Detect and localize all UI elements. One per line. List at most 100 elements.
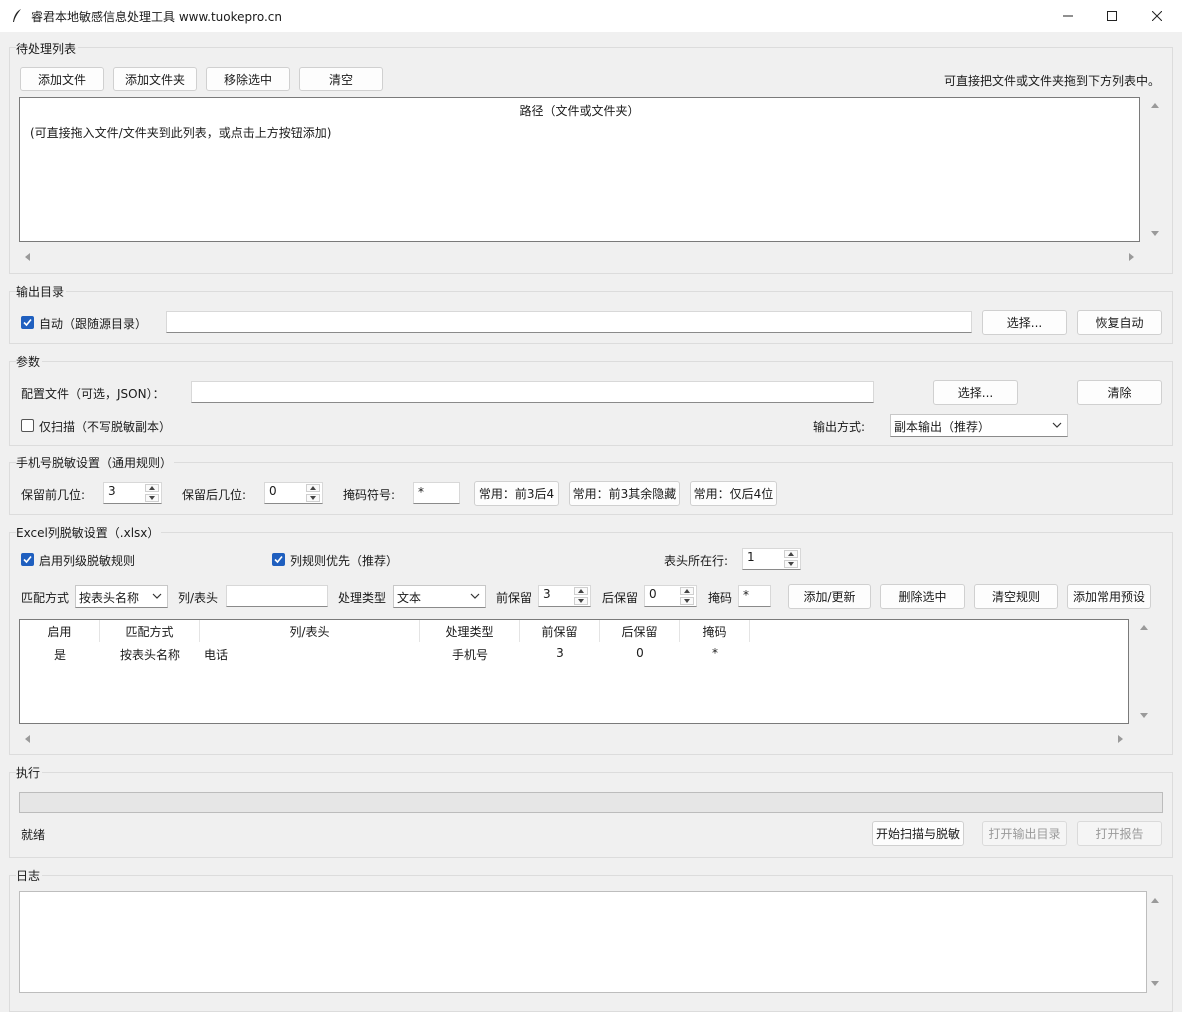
preset-back4-only-button[interactable]: 常用：仅后4位 <box>690 481 777 506</box>
column-header-input[interactable] <box>226 585 328 607</box>
header-row-spinbox[interactable]: 1 <box>742 548 801 570</box>
rule-keep-front-spinbox[interactable]: 3 <box>538 585 591 607</box>
mask-char-label: 掩码符号: <box>343 488 396 502</box>
clear-list-button[interactable]: 清空 <box>299 67 383 91</box>
remove-selected-button[interactable]: 移除选中 <box>206 67 290 91</box>
table-header[interactable]: 匹配方式 <box>100 620 200 642</box>
open-report-button[interactable]: 打开报告 <box>1077 821 1162 846</box>
spin-up-icon[interactable] <box>784 550 798 558</box>
restore-auto-button[interactable]: 恢复自动 <box>1077 310 1162 335</box>
spin-up-icon[interactable] <box>574 587 588 595</box>
scroll-up-icon[interactable] <box>1150 896 1160 904</box>
scroll-down-icon[interactable] <box>1150 230 1160 238</box>
output-path-input[interactable] <box>166 311 972 333</box>
choose-output-button[interactable]: 选择... <box>982 310 1067 335</box>
scroll-left-icon[interactable] <box>23 252 31 262</box>
spin-up-icon[interactable] <box>680 587 694 595</box>
column-rule-priority-checkbox[interactable] <box>272 553 285 566</box>
spin-up-icon[interactable] <box>306 484 320 492</box>
keep-back-value: 0 <box>269 484 277 498</box>
delete-rule-button[interactable]: 删除选中 <box>880 584 965 609</box>
clear-rules-button[interactable]: 清空规则 <box>974 584 1058 609</box>
chevron-down-icon <box>152 593 162 599</box>
keep-front-label: 保留前几位: <box>21 488 86 502</box>
output-mode-select[interactable]: 副本输出（推荐） <box>890 414 1068 437</box>
path-column-header[interactable]: 路径（文件或文件夹） <box>20 102 1139 119</box>
match-mode-select[interactable]: 按表头名称 <box>75 585 168 608</box>
add-file-button[interactable]: 添加文件 <box>20 67 104 91</box>
pending-file-list[interactable]: 路径（文件或文件夹） (可直接拖入文件/文件夹到此列表，或点击上方按钮添加) <box>19 97 1140 242</box>
table-cell: 是 <box>53 648 66 662</box>
progress-bar <box>19 792 1163 813</box>
add-preset-rules-button[interactable]: 添加常用预设 <box>1067 584 1151 609</box>
table-cell: 3 <box>556 646 564 660</box>
feather-pen-icon <box>11 8 23 24</box>
rule-keep-back-label: 后保留 <box>602 591 639 605</box>
params-group-label: 参数 <box>16 353 43 370</box>
match-mode-label: 匹配方式 <box>21 591 70 605</box>
auto-output-label[interactable]: 自动（跟随源目录） <box>39 315 147 332</box>
clear-config-button[interactable]: 清除 <box>1077 380 1162 405</box>
maximize-button[interactable] <box>1089 0 1135 32</box>
rules-table[interactable]: 启用 匹配方式 列/表头 处理类型 前保留 后保留 掩码 是 按表头名称 电话 … <box>19 619 1129 724</box>
config-file-input[interactable] <box>191 381 874 403</box>
rule-mask-input[interactable]: * <box>738 585 771 607</box>
log-group-label: 日志 <box>16 867 43 884</box>
scroll-up-icon[interactable] <box>1150 101 1160 109</box>
chevron-down-icon <box>470 593 480 599</box>
keep-back-spinbox[interactable]: 0 <box>264 482 323 504</box>
checkmark-icon <box>23 555 32 564</box>
spin-up-icon[interactable] <box>145 484 159 492</box>
table-header[interactable]: 列/表头 <box>200 620 420 642</box>
status-text: 就绪 <box>21 828 46 842</box>
execute-group-label: 执行 <box>16 764 43 781</box>
header-row-label: 表头所在行: <box>664 554 729 568</box>
scroll-down-icon[interactable] <box>1150 980 1160 988</box>
table-header[interactable]: 前保留 <box>520 620 600 642</box>
close-button[interactable] <box>1134 0 1180 32</box>
spin-down-icon[interactable] <box>306 494 320 502</box>
column-header-label: 列/表头 <box>178 591 219 605</box>
match-mode-value: 按表头名称 <box>79 591 140 605</box>
start-scan-button[interactable]: 开始扫描与脱敏 <box>872 821 964 846</box>
table-cell: 电话 <box>204 648 229 662</box>
scroll-up-icon[interactable] <box>1139 623 1149 631</box>
add-folder-button[interactable]: 添加文件夹 <box>113 67 197 91</box>
table-header[interactable]: 掩码 <box>680 620 750 642</box>
minimize-button[interactable] <box>1045 0 1091 32</box>
process-type-select[interactable]: 文本 <box>393 585 486 608</box>
rule-mask-label: 掩码 <box>708 591 733 605</box>
add-update-rule-button[interactable]: 添加/更新 <box>788 584 871 609</box>
scan-only-checkbox[interactable] <box>21 419 34 432</box>
spin-down-icon[interactable] <box>574 597 588 605</box>
scroll-right-icon[interactable] <box>1117 734 1125 744</box>
open-output-dir-button[interactable]: 打开输出目录 <box>982 821 1067 846</box>
table-header[interactable]: 后保留 <box>600 620 680 642</box>
preset-front3-hide-rest-button[interactable]: 常用：前3其余隐藏 <box>569 481 680 506</box>
scroll-left-icon[interactable] <box>23 734 31 744</box>
spin-down-icon[interactable] <box>680 597 694 605</box>
table-row[interactable]: 是 按表头名称 电话 手机号 3 0 * <box>20 643 1128 663</box>
choose-config-button[interactable]: 选择... <box>933 380 1018 405</box>
spin-down-icon[interactable] <box>784 560 798 568</box>
keep-front-spinbox[interactable]: 3 <box>103 482 162 504</box>
column-rule-priority-label[interactable]: 列规则优先（推荐） <box>290 552 398 569</box>
mask-char-input[interactable]: * <box>413 482 460 504</box>
enable-column-rules-label[interactable]: 启用列级脱敏规则 <box>39 552 135 569</box>
rule-keep-back-spinbox[interactable]: 0 <box>644 585 697 607</box>
rule-keep-front-label: 前保留 <box>496 591 533 605</box>
list-placeholder-row[interactable]: (可直接拖入文件/文件夹到此列表，或点击上方按钮添加) <box>30 124 331 141</box>
enable-column-rules-checkbox[interactable] <box>21 553 34 566</box>
scroll-right-icon[interactable] <box>1128 252 1136 262</box>
scan-only-label[interactable]: 仅扫描（不写脱敏副本） <box>39 418 171 435</box>
log-textarea[interactable] <box>19 891 1147 993</box>
table-header[interactable]: 处理类型 <box>420 620 520 642</box>
table-header[interactable]: 启用 <box>20 620 100 642</box>
title-bar[interactable]: 睿君本地敏感信息处理工具 www.tuokepro.cn <box>0 0 1182 32</box>
preset-front3-back4-button[interactable]: 常用：前3后4 <box>474 481 559 506</box>
process-type-label: 处理类型 <box>338 591 387 605</box>
auto-output-checkbox[interactable] <box>21 316 34 329</box>
scroll-down-icon[interactable] <box>1139 712 1149 720</box>
checkmark-icon <box>274 555 283 564</box>
spin-down-icon[interactable] <box>145 494 159 502</box>
